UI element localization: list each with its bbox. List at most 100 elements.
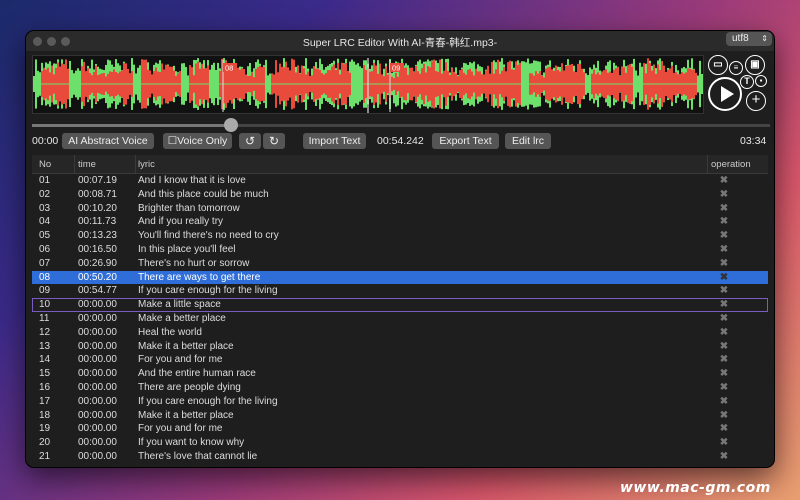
play-icon[interactable] <box>708 77 742 111</box>
delete-row-icon[interactable]: ✖ <box>718 284 730 298</box>
row-lyric[interactable]: You'll find there's no need to cry <box>138 229 279 243</box>
row-number: 08 <box>39 271 51 283</box>
playback-progress-knob[interactable] <box>224 118 239 132</box>
edit-lrc-button[interactable]: Edit lrc <box>505 133 551 149</box>
row-lyric[interactable]: Brighter than tomorrow <box>138 202 240 216</box>
waveform[interactable]: 08 09 <box>32 55 704 114</box>
row-lyric[interactable]: If you want to know why <box>138 436 244 450</box>
delete-row-icon[interactable]: ✖ <box>718 353 730 367</box>
row-lyric[interactable]: Heal the world <box>138 326 202 340</box>
table-row[interactable]: 17 00:00.00 If you care enough for the liv… <box>32 395 768 409</box>
row-lyric[interactable]: And this place could be much <box>138 188 269 202</box>
row-time: 00:08.71 <box>78 188 117 200</box>
row-lyric[interactable]: If you care enough for the living <box>138 395 278 409</box>
table-row[interactable]: 01 00:07.19 And I know that it is love ✖ <box>32 174 768 188</box>
table-row[interactable]: 21 00:00.00 There's love that cannot lie ✖ <box>32 450 768 464</box>
delete-row-icon[interactable]: ✖ <box>718 215 730 229</box>
row-time: 00:00.00 <box>78 437 117 449</box>
row-number: 18 <box>39 409 51 421</box>
header-time[interactable]: time <box>78 159 96 170</box>
delete-row-icon[interactable]: ✖ <box>718 326 730 340</box>
header-operation[interactable]: operation <box>711 159 751 170</box>
table-row[interactable]: 08 00:50.20 There are ways to get there ✖ <box>32 270 768 285</box>
table-row[interactable]: 11 00:00.00 Make a better place ✖ <box>32 312 768 326</box>
row-lyric[interactable]: Make it a better place <box>138 340 234 354</box>
delete-row-icon[interactable]: ✖ <box>718 202 730 216</box>
delete-row-icon[interactable]: ✖ <box>718 422 730 436</box>
table-row[interactable]: 07 00:26.90 There's no hurt or sorrow ✖ <box>32 257 768 271</box>
row-lyric[interactable]: There's no hurt or sorrow <box>138 257 249 271</box>
table-row[interactable]: 19 00:00.00 For you and for me ✖ <box>32 422 768 436</box>
save-icon[interactable]: ≡ <box>729 61 743 75</box>
delete-row-icon[interactable]: ✖ <box>718 257 730 271</box>
trash-icon[interactable]: ▪ <box>755 75 767 87</box>
row-lyric[interactable]: And the entire human race <box>138 367 256 381</box>
row-lyric[interactable]: If you care enough for the living <box>138 284 278 298</box>
table-row[interactable]: 15 00:00.00 And the entire human race ✖ <box>32 367 768 381</box>
header-lyric[interactable]: lyric <box>138 159 155 170</box>
row-number: 21 <box>39 450 51 462</box>
export-text-button[interactable]: Export Text <box>432 133 499 149</box>
row-time: 00:26.90 <box>78 257 117 269</box>
row-lyric[interactable]: For you and for me <box>138 353 222 367</box>
table-row[interactable]: 20 00:00.00 If you want to know why ✖ <box>32 436 768 450</box>
delete-row-icon[interactable]: ✖ <box>718 409 730 423</box>
row-lyric[interactable]: And if you really try <box>138 215 223 229</box>
delete-row-icon[interactable]: ✖ <box>718 298 730 312</box>
table-row[interactable]: 03 00:10.20 Brighter than tomorrow ✖ <box>32 202 768 216</box>
delete-row-icon[interactable]: ✖ <box>718 271 730 285</box>
table-row[interactable]: 12 00:00.00 Heal the world ✖ <box>32 326 768 340</box>
import-text-button[interactable]: Import Text <box>303 133 366 149</box>
add-icon[interactable]: + <box>746 91 766 111</box>
row-number: 05 <box>39 230 51 242</box>
delete-row-icon[interactable]: ✖ <box>718 174 730 188</box>
delete-row-icon[interactable]: ✖ <box>718 229 730 243</box>
checkbox-icon: ☐ <box>167 135 178 147</box>
row-time: 00:00.00 <box>78 381 117 393</box>
encoding-value: utf8 <box>732 33 749 44</box>
delete-row-icon[interactable]: ✖ <box>718 436 730 450</box>
text-icon[interactable]: T <box>740 75 754 89</box>
row-lyric[interactable]: In this place you'll feel <box>138 243 236 257</box>
row-lyric[interactable]: And I know that it is love <box>138 174 246 188</box>
document-icon[interactable]: ▣ <box>745 55 765 75</box>
delete-row-icon[interactable]: ✖ <box>718 367 730 381</box>
table-row[interactable]: 05 00:13.23 You'll find there's no need to… <box>32 229 768 243</box>
table-row[interactable]: 14 00:00.00 For you and for me ✖ <box>32 353 768 367</box>
row-time: 00:13.23 <box>78 230 117 242</box>
delete-row-icon[interactable]: ✖ <box>718 312 730 326</box>
ai-abstract-voice-button[interactable]: AI Abstract Voice <box>62 133 154 149</box>
delete-row-icon[interactable]: ✖ <box>718 381 730 395</box>
redo-icon[interactable]: ↻ <box>263 133 285 149</box>
delete-row-icon[interactable]: ✖ <box>718 340 730 354</box>
voice-only-toggle[interactable]: ☐Voice Only <box>163 133 232 149</box>
folder-icon[interactable]: ▭ <box>708 55 728 75</box>
row-lyric[interactable]: Make a better place <box>138 312 226 326</box>
table-row[interactable]: 10 00:00.00 Make a little space ✖ <box>32 298 768 312</box>
playback-progress-track[interactable] <box>32 124 770 127</box>
row-time: 00:00.00 <box>78 368 117 380</box>
header-no[interactable]: No <box>39 159 51 170</box>
row-number: 20 <box>39 437 51 449</box>
row-lyric[interactable]: There are ways to get there <box>138 271 260 285</box>
table-row[interactable]: 13 00:00.00 Make it a better place ✖ <box>32 340 768 354</box>
delete-row-icon[interactable]: ✖ <box>718 450 730 464</box>
table-row[interactable]: 04 00:11.73 And if you really try ✖ <box>32 215 768 229</box>
row-number: 09 <box>39 285 51 297</box>
delete-row-icon[interactable]: ✖ <box>718 395 730 409</box>
row-lyric[interactable]: There's love that cannot lie <box>138 450 257 464</box>
row-lyric[interactable]: There are people dying <box>138 381 241 395</box>
row-number: 01 <box>39 175 51 186</box>
row-lyric[interactable]: Make it a better place <box>138 409 234 423</box>
encoding-select[interactable]: utf8 ⇕ <box>726 32 772 46</box>
table-row[interactable]: 18 00:00.00 Make it a better place ✖ <box>32 409 768 423</box>
table-row[interactable]: 06 00:16.50 In this place you'll feel ✖ <box>32 243 768 257</box>
delete-row-icon[interactable]: ✖ <box>718 243 730 257</box>
table-row[interactable]: 09 00:54.77 If you care enough for the liv… <box>32 284 768 298</box>
row-lyric[interactable]: For you and for me <box>138 422 222 436</box>
table-row[interactable]: 16 00:00.00 There are people dying ✖ <box>32 381 768 395</box>
delete-row-icon[interactable]: ✖ <box>718 188 730 202</box>
row-lyric[interactable]: Make a little space <box>138 298 221 312</box>
undo-icon[interactable]: ↺ <box>239 133 261 149</box>
table-row[interactable]: 02 00:08.71 And this place could be much ✖ <box>32 188 768 202</box>
